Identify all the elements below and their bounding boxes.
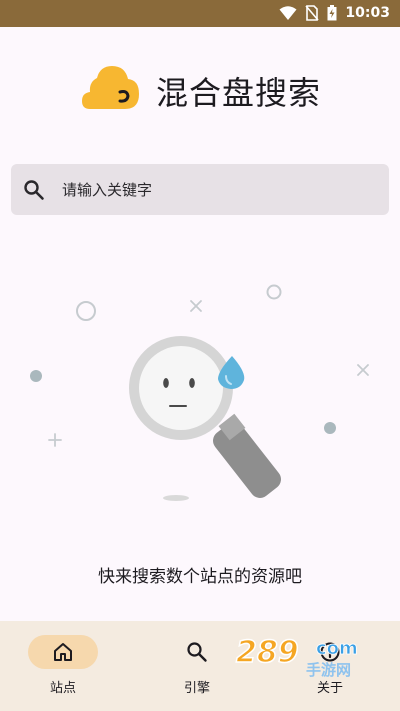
decor-dot-icon	[30, 370, 42, 382]
nav-item-sites[interactable]: 站点	[0, 621, 133, 711]
decor-circle-icon	[266, 284, 282, 300]
magnifier-handle	[213, 422, 281, 498]
watermark-domain: com	[316, 638, 358, 659]
search-input[interactable]: 请输入关键字	[11, 164, 389, 215]
app-title: 混合盘搜索	[156, 74, 322, 112]
decor-cross-icon	[357, 364, 369, 376]
status-time: 10:03	[345, 5, 390, 21]
search-placeholder: 请输入关键字	[62, 181, 153, 199]
no-sim-icon	[305, 5, 320, 21]
app-header: 混合盘搜索	[0, 60, 400, 120]
decor-cross-icon	[190, 300, 202, 312]
decor-plus-icon	[48, 433, 62, 447]
empty-search-illustration	[30, 284, 369, 501]
home-icon	[54, 643, 72, 661]
status-icons: 10:03	[279, 4, 390, 22]
watermark-subtext: 手游网	[306, 661, 351, 679]
empty-state-message: 快来搜索数个站点的资源吧	[98, 567, 302, 587]
cloud-logo-icon	[82, 66, 139, 109]
watermark-logo: 289 com 手游网	[235, 634, 358, 679]
nav-label-sites: 站点	[49, 681, 76, 696]
battery-charging-icon	[327, 5, 337, 21]
search-icon	[187, 642, 207, 662]
decor-dot-icon	[324, 422, 336, 434]
magnifier-lens	[139, 346, 223, 430]
search-icon	[24, 180, 44, 200]
wifi-icon	[279, 6, 297, 20]
watermark-number: 289	[236, 635, 299, 670]
status-bar: 10:03	[0, 0, 400, 27]
decor-circle-icon	[76, 301, 96, 321]
